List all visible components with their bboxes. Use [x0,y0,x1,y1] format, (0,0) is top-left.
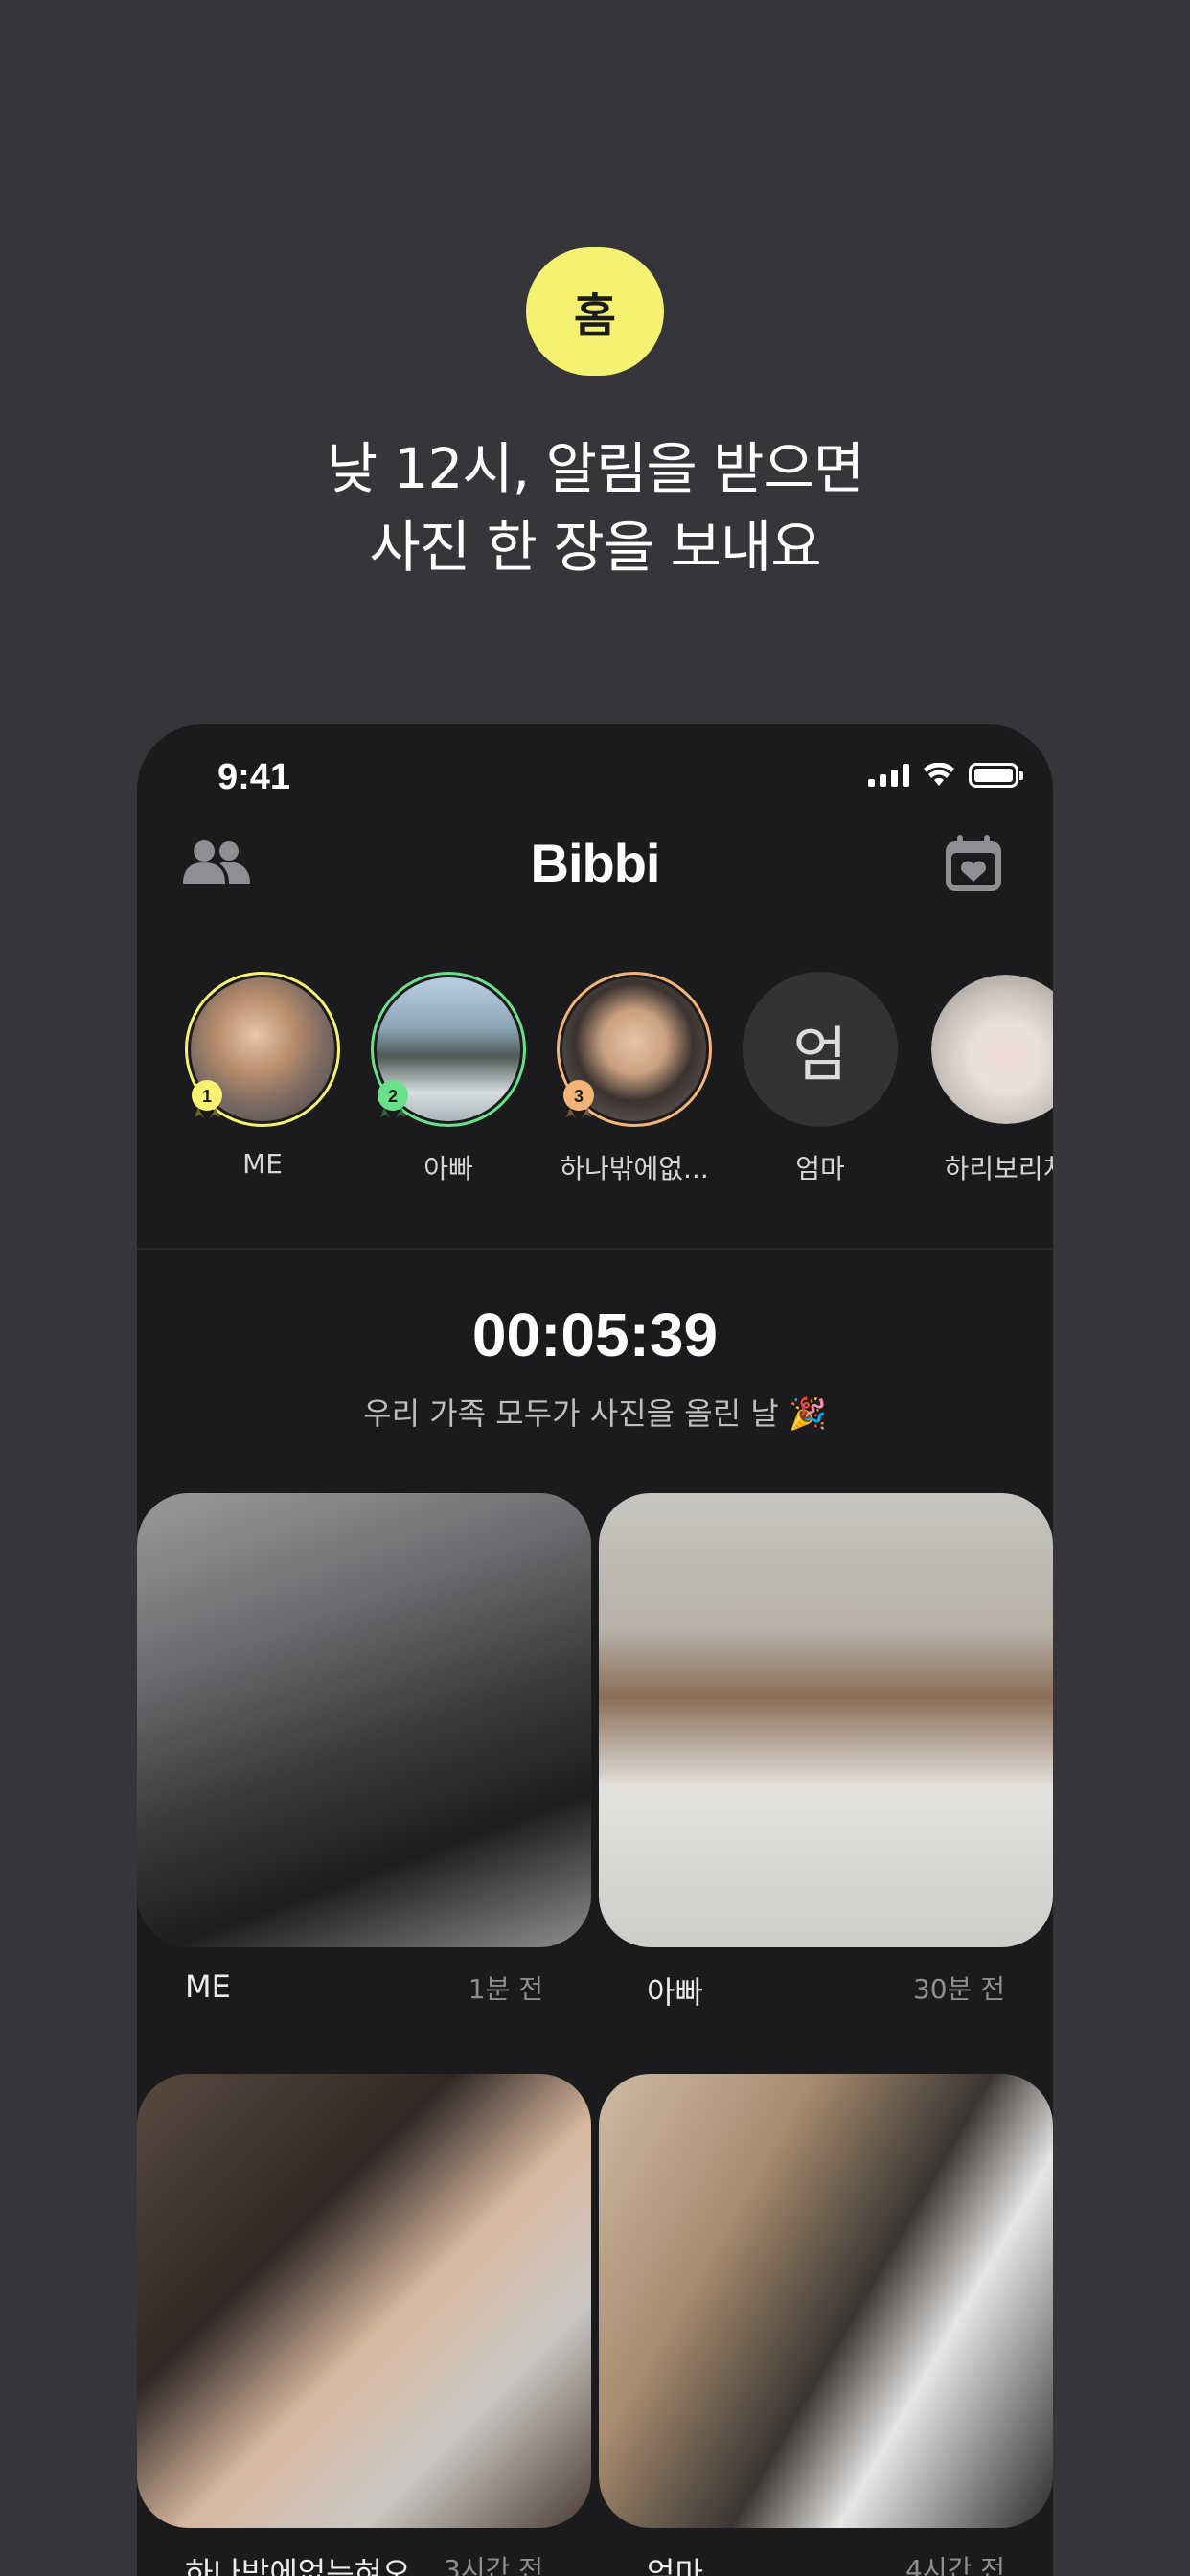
post-author: ME [185,1968,231,2005]
member-dad[interactable]: 2 아빠 [371,972,526,1186]
phone-frame: 9:41 Bibbi 1 ME 2 아빠 3 하나밖에없... 엄 엄마 하리보… [137,724,1053,2576]
member-mom[interactable]: 엄 엄마 [743,972,898,1186]
member-name: 엄마 [795,1153,845,1184]
member-name: 아빠 [423,1153,473,1184]
rank-badge-icon: 2 [378,1080,408,1118]
status-time: 9:41 [217,757,291,797]
svg-text:3: 3 [574,1087,584,1106]
post-photo[interactable] [599,1493,1053,1947]
svg-text:2: 2 [388,1087,398,1106]
post-photo[interactable] [599,2074,1053,2528]
post-photo[interactable] [137,1493,591,1947]
post-card[interactable]: 엄마 4시간 전 [599,2074,1053,2576]
member-pet[interactable]: 하리보리처 [928,972,1053,1186]
status-icons [868,763,1023,788]
calendar-heart-icon[interactable] [944,834,1003,893]
post-card[interactable]: 아빠 30분 전 [599,1493,1053,2012]
member-name: 하나밖에없... [560,1153,709,1184]
section-divider [137,1248,1053,1250]
svg-text:1: 1 [202,1087,212,1106]
signal-icon [868,764,909,787]
member-name: ME [242,1148,283,1180]
post-author: 하나밖에없는혀오 [185,2555,411,2576]
wifi-icon [924,763,954,786]
post-time: 4시간 전 [905,2554,1005,2576]
home-badge: 홈 [526,247,664,376]
promo-headline-line1: 낮 12시, 알림을 받으면 [326,436,864,501]
app-title: Bibbi [530,833,661,893]
avatar [928,972,1053,1127]
promo-headline-line2: 사진 한 장을 보내요 [369,515,821,580]
countdown-timer: 00:05:39 [471,1300,719,1369]
member-sibling[interactable]: 3 하나밖에없... [557,972,712,1186]
post-photo[interactable] [137,2074,591,2528]
avatar-initial: 엄 [743,972,898,1127]
post-time: 1분 전 [468,1973,543,2005]
rank-badge-icon: 3 [563,1080,594,1118]
post-time: 3시간 전 [444,2554,543,2576]
post-card[interactable]: 하나밖에없는혀오 3시간 전 [137,2074,591,2576]
family-members-row: 1 ME 2 아빠 3 하나밖에없... 엄 엄마 하리보리 [185,972,1053,1186]
member-name: 하리보리처 [944,1153,1053,1184]
rank-badge-icon: 1 [192,1080,222,1118]
battery-icon [969,763,1023,788]
countdown-subtitle: 우리 가족 모두가 사진을 올린 날 🎉 [363,1395,827,1432]
post-author: 엄마 [647,2555,703,2576]
post-card[interactable]: ME 1분 전 [137,1493,591,2007]
member-me[interactable]: 1 ME [185,972,340,1186]
post-author: 아빠 [647,1974,703,2011]
post-time: 30분 전 [912,1973,1005,2005]
